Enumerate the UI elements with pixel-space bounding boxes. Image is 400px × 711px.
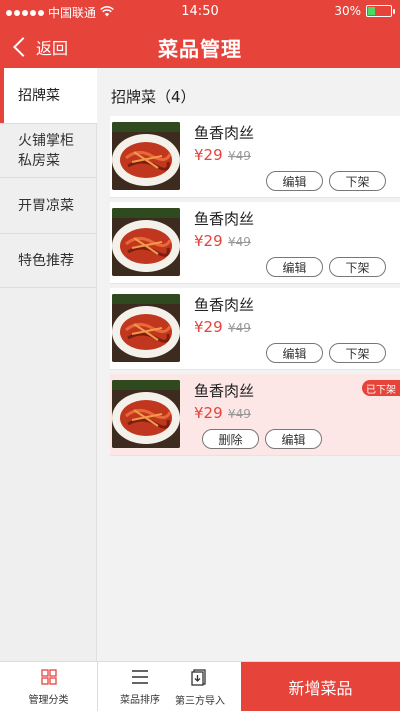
dish-original-price: ¥49: [228, 321, 251, 335]
sidebar-item-label: 火铺掌柜 私房菜: [18, 132, 74, 169]
import-icon: [191, 668, 209, 686]
grid-icon: [40, 668, 57, 685]
add-dish-button[interactable]: 新增菜品: [241, 662, 400, 711]
delete-button[interactable]: 删除: [202, 429, 259, 449]
dish-original-price: ¥49: [228, 407, 251, 421]
dish-name: 鱼香肉丝: [194, 382, 255, 400]
sidebar-item-appetizer[interactable]: 开胃凉菜: [0, 178, 97, 234]
dish-price: ¥29: [194, 232, 223, 250]
dish-original-price: ¥49: [228, 235, 251, 249]
third-party-import-button[interactable]: 第三方导入: [171, 662, 229, 711]
dish-name: 鱼香肉丝: [194, 210, 255, 228]
sort-dishes-button[interactable]: 菜品排序: [111, 662, 169, 711]
take-down-button[interactable]: 下架: [329, 171, 386, 191]
dish-original-price: ¥49: [228, 149, 251, 163]
tab-label: 第三方导入: [175, 695, 225, 707]
status-badge: 已下架: [362, 380, 400, 396]
sidebar-item-label: 开胃凉菜: [18, 197, 74, 214]
edit-button[interactable]: 编辑: [265, 429, 322, 449]
dish-image: [112, 380, 180, 448]
dish-card: 鱼香肉丝 ¥29 ¥49 编辑 下架: [110, 288, 400, 370]
sidebar-item-label: 特色推荐: [18, 252, 74, 269]
bottom-toolbar: 管理分类 菜品排序 第三方导入 新增菜品: [0, 661, 400, 711]
dish-price: ¥29: [194, 318, 223, 336]
status-bar: 中国联通 14:50 30%: [0, 0, 400, 24]
list-icon: [131, 669, 149, 685]
sidebar-item-label: 招牌菜: [18, 87, 60, 104]
edit-button[interactable]: 编辑: [266, 171, 323, 191]
battery-icon: [366, 5, 395, 17]
battery-percent: 30%: [334, 4, 361, 18]
app-screen: 中国联通 14:50 30% 返回 菜品管理 招牌菜 火铺掌柜 私房菜 开胃凉菜…: [0, 0, 400, 711]
dish-name: 鱼香肉丝: [194, 124, 255, 142]
tab-label: 管理分类: [28, 694, 69, 706]
sidebar-item-featured[interactable]: 特色推荐: [0, 234, 97, 288]
dish-price: ¥29: [194, 404, 223, 422]
sidebar-item-signature[interactable]: 招牌菜: [0, 68, 97, 124]
dish-card: 鱼香肉丝 ¥29 ¥49 编辑 下架: [110, 202, 400, 284]
nav-bar: 返回 菜品管理: [0, 26, 400, 68]
take-down-button[interactable]: 下架: [329, 343, 386, 363]
manage-category-button[interactable]: 管理分类: [0, 662, 97, 711]
dish-list-panel: 招牌菜（4） 鱼香肉丝 ¥29 ¥49 编辑 下架 鱼香肉丝 ¥29 ¥49 编…: [97, 68, 400, 661]
take-down-button[interactable]: 下架: [329, 257, 386, 277]
edit-button[interactable]: 编辑: [266, 343, 323, 363]
divider: [97, 662, 98, 711]
category-title: 招牌菜（4）: [111, 88, 196, 106]
tab-label: 菜品排序: [120, 694, 160, 706]
dish-image: [112, 208, 180, 276]
dish-name: 鱼香肉丝: [194, 296, 255, 314]
header: 中国联通 14:50 30% 返回 菜品管理: [0, 0, 400, 68]
dish-price: ¥29: [194, 146, 223, 164]
category-sidebar: 招牌菜 火铺掌柜 私房菜 开胃凉菜 特色推荐: [0, 68, 97, 661]
dish-card-removed: 鱼香肉丝 ¥29 ¥49 已下架 删除 编辑: [110, 374, 400, 456]
dish-image: [112, 294, 180, 362]
sidebar-item-private[interactable]: 火铺掌柜 私房菜: [0, 124, 97, 178]
dish-image: [112, 122, 180, 190]
page-title: 菜品管理: [158, 37, 242, 61]
edit-button[interactable]: 编辑: [266, 257, 323, 277]
status-right: 30%: [334, 4, 395, 18]
dish-card: 鱼香肉丝 ¥29 ¥49 编辑 下架: [110, 116, 400, 198]
